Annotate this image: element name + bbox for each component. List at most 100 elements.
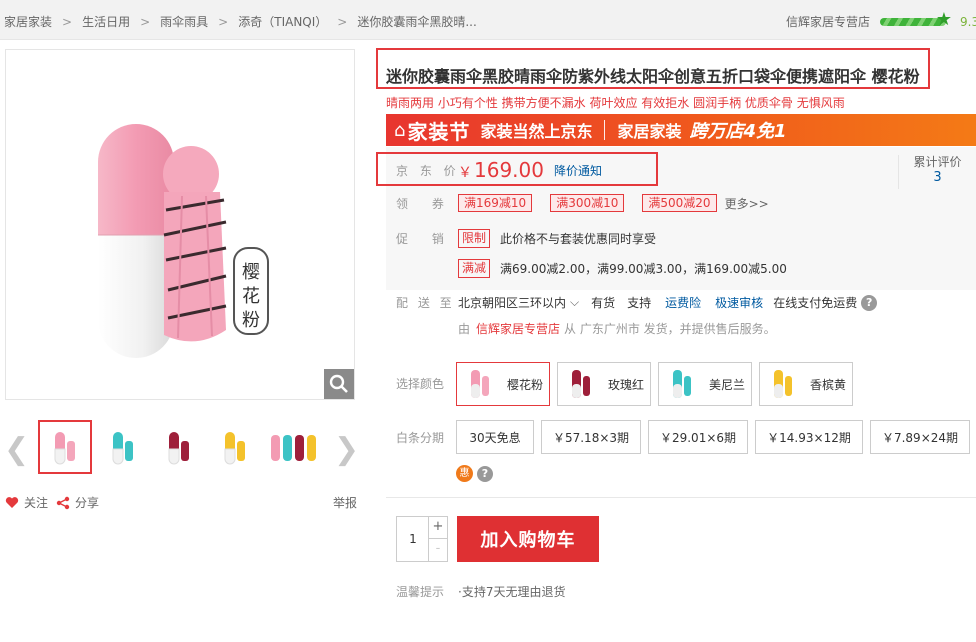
- promo-label: 促 销: [396, 232, 454, 246]
- main-image-label-3: 粉: [242, 310, 260, 331]
- banner-offer: 跨万店4免1: [689, 121, 787, 142]
- banner-divider: [604, 120, 606, 140]
- share-button[interactable]: 分享: [56, 494, 99, 511]
- breadcrumb-item[interactable]: 雨伞雨具: [160, 13, 208, 30]
- installment-option[interactable]: ￥57.18×3期: [541, 420, 641, 454]
- quantity-input[interactable]: 1: [397, 517, 429, 561]
- shop-name-link[interactable]: 信辉家居专营店: [786, 13, 870, 30]
- banner-festival: 家装节: [407, 119, 471, 144]
- stock-status: 有货: [591, 296, 616, 310]
- chevron-left-icon[interactable]: ❮: [4, 432, 29, 467]
- tips-label: 温馨提示: [396, 585, 445, 599]
- help-icon[interactable]: ?: [861, 294, 878, 311]
- color-option-pink[interactable]: 樱花粉: [456, 362, 550, 406]
- thumbnail-yellow[interactable]: [208, 420, 262, 474]
- add-to-cart-button[interactable]: 加入购物车: [457, 516, 599, 562]
- chevron-right-icon: >: [337, 14, 348, 29]
- seller-link[interactable]: 信辉家居专营店: [476, 320, 560, 337]
- breadcrumb: 家居家装 > 生活日用 > 雨伞雨具 > 添奇（TIANQI） > 迷你胶囊雨伞…: [4, 13, 477, 30]
- promo-row-2: 满减 满69.00减2.00，满99.00减3.00，满169.00减5.00: [458, 259, 787, 278]
- thumbnail-strip: ❮ ❯: [0, 420, 360, 476]
- promo-banner[interactable]: ⌂ 家装节 家装当然上京东 家居家装 跨万店4免1: [386, 114, 976, 146]
- product-title: 迷你胶囊雨伞黑胶晴雨伞防紫外线太阳伞创意五折口袋伞便携遮阳伞 樱花粉: [386, 67, 920, 86]
- color-option-label: 香槟黄: [810, 377, 847, 392]
- color-option-label: 樱花粉: [507, 377, 544, 392]
- review-summary[interactable]: 累计评价 3: [898, 155, 976, 189]
- thumbnail-teal[interactable]: [96, 420, 150, 474]
- report-link[interactable]: 举报: [333, 494, 357, 511]
- promo-row-1: 促 销 限制 此价格不与套装优惠同时享受: [396, 229, 656, 248]
- fast-review-link[interactable]: 极速审核: [715, 294, 763, 311]
- thumbnail-all-colors-image: [271, 435, 316, 461]
- breadcrumb-item[interactable]: 添奇（TIANQI）: [238, 13, 327, 30]
- promo-text-limit: 此价格不与套装优惠同时享受: [500, 232, 657, 246]
- breadcrumb-current: 迷你胶囊雨伞黑胶晴...: [357, 15, 477, 29]
- price-notify-link[interactable]: 降价通知: [554, 162, 602, 179]
- seller-suffix: 从 广东广州市 发货，并提供售后服务。: [564, 322, 776, 336]
- online-pay-text: 在线支付免运费: [773, 296, 858, 310]
- quantity-plus-button[interactable]: +: [428, 517, 447, 539]
- color-option-teal[interactable]: 美尼兰: [658, 362, 752, 406]
- tips-text: ·支持7天无理由退货: [458, 585, 566, 599]
- help-icon[interactable]: ?: [477, 465, 493, 482]
- color-label-row: 选择颜色: [396, 375, 444, 392]
- color-rose-swatch: [572, 370, 590, 398]
- color-option-yellow[interactable]: 香槟黄: [759, 362, 853, 406]
- chevron-down-icon[interactable]: ⌵: [570, 295, 579, 310]
- price-label: 京 东 价: [396, 163, 460, 178]
- banner-category: 家居家装: [617, 122, 682, 141]
- installment-option[interactable]: ￥14.93×12期: [755, 420, 863, 454]
- coupon-label: 领 券: [396, 196, 454, 211]
- tips-row: 温馨提示 ·支持7天无理由退货: [396, 583, 565, 600]
- seller-row: 由 信辉家居专营店 从 广东广州市 发货，并提供售后服务。: [458, 320, 776, 337]
- delivery-row: 配 送 至 北京朝阳区三环以内 ⌵ 有货 支持 运费险 极速审核 在线支付免运费…: [396, 294, 878, 311]
- review-count: 3: [933, 170, 942, 185]
- coupon-item[interactable]: 满169减10: [458, 194, 533, 212]
- follow-button[interactable]: 关注: [5, 494, 48, 511]
- product-actions: 关注 分享 举报: [5, 494, 357, 511]
- installment-option[interactable]: ￥29.01×6期: [648, 420, 748, 454]
- chevron-right-icon: >: [140, 14, 151, 29]
- shop-rating-bar: ★: [880, 10, 952, 28]
- color-option-rose[interactable]: 玫瑰红: [557, 362, 651, 406]
- thumbnail-pink[interactable]: [38, 420, 92, 474]
- currency-symbol: ￥: [458, 165, 472, 181]
- color-label: 选择颜色: [396, 377, 445, 391]
- installment-extra-row: 惠 ?: [456, 465, 493, 482]
- main-product-image[interactable]: 樱 花 粉: [5, 49, 355, 400]
- coupon-item[interactable]: 满500减20: [642, 194, 717, 212]
- coupon-more-link[interactable]: 更多>>: [725, 195, 769, 212]
- freight-insurance-link[interactable]: 运费险: [665, 294, 701, 311]
- price-amount: 169.00: [474, 158, 544, 182]
- capsule-umbrella-image: 樱 花 粉: [98, 124, 269, 358]
- magnifier-icon: [329, 374, 348, 393]
- shop-info: 信辉家居专营店 ★ 9.35: [786, 10, 976, 30]
- chevron-right-icon[interactable]: ❯: [334, 432, 359, 467]
- quantity-minus-button[interactable]: -: [428, 539, 447, 561]
- thumbnail-rose[interactable]: [152, 420, 206, 474]
- heart-icon: [5, 497, 19, 508]
- installment-label-row: 白条分期: [396, 429, 444, 446]
- coupon-item[interactable]: 满300减10: [550, 194, 625, 212]
- color-teal-swatch: [673, 370, 691, 398]
- divider: [386, 497, 976, 498]
- seller-prefix: 由: [458, 322, 471, 336]
- top-bar: 家居家装 > 生活日用 > 雨伞雨具 > 添奇（TIANQI） > 迷你胶囊雨伞…: [0, 0, 976, 40]
- chevron-right-icon: >: [218, 14, 229, 29]
- breadcrumb-item[interactable]: 家居家装: [4, 13, 52, 30]
- chevron-right-icon: >: [62, 14, 73, 29]
- color-option-label: 玫瑰红: [608, 377, 645, 392]
- delivery-location[interactable]: 北京朝阳区三环以内: [458, 294, 566, 311]
- thumbnail-pink-image: [54, 432, 75, 465]
- thumbnail-teal-image: [112, 432, 133, 465]
- promo-tag-limit: 限制: [458, 229, 491, 248]
- zoom-button[interactable]: [324, 369, 354, 399]
- installment-option[interactable]: 30天免息: [456, 420, 534, 454]
- breadcrumb-item[interactable]: 生活日用: [82, 13, 130, 30]
- thumbnail-all-colors[interactable]: [268, 420, 322, 474]
- main-image-label-2: 花: [242, 286, 260, 307]
- delivery-label: 配 送 至: [396, 296, 455, 310]
- promo-text-discount: 满69.00减2.00，满99.00减3.00，满169.00减5.00: [500, 262, 787, 276]
- price-row: 京 东 价 ￥ 169.00 降价通知: [396, 158, 602, 182]
- installment-option[interactable]: ￥7.89×24期: [870, 420, 970, 454]
